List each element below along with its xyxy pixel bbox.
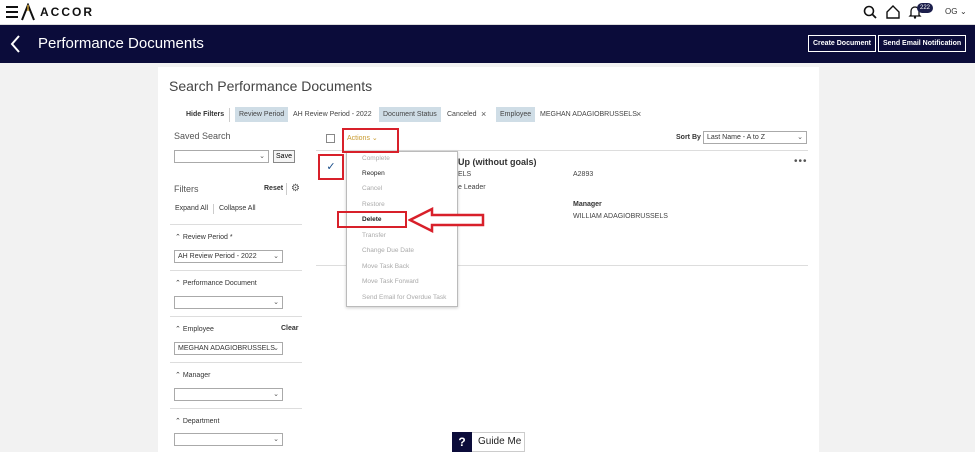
- create-document-button[interactable]: Create Document: [808, 35, 876, 52]
- clear-employee-link[interactable]: Clear: [281, 325, 299, 332]
- chevron-down-icon: ⌄: [797, 134, 803, 141]
- document-title[interactable]: Up (without goals): [458, 157, 537, 167]
- help-question-icon[interactable]: ?: [452, 432, 472, 452]
- chip-label-employee: Employee: [496, 107, 536, 122]
- saved-search-select[interactable]: ⌄: [174, 150, 269, 163]
- chevron-down-icon: ⌄: [273, 253, 279, 260]
- filter-group-label: Review Period *: [182, 234, 233, 241]
- reset-filters-link[interactable]: Reset: [264, 185, 283, 192]
- annotation-arrow-icon: [408, 207, 485, 233]
- chevron-down-icon: ⌄: [273, 391, 279, 398]
- menu-item-send-email-overdue[interactable]: Send Email for Overdue Task: [362, 294, 446, 301]
- accor-logo-icon: [21, 3, 35, 21]
- document-employee: ELS: [458, 171, 472, 178]
- menu-item-reopen[interactable]: Reopen: [362, 170, 385, 177]
- menu-item-change-due-date[interactable]: Change Due Date: [362, 247, 414, 254]
- user-initials[interactable]: OG: [945, 7, 957, 16]
- annotation-box-delete: [337, 211, 407, 228]
- save-search-button[interactable]: Save: [273, 150, 295, 163]
- search-icon[interactable]: [862, 4, 878, 20]
- employee-select[interactable]: MEGHAN ADAGIOBRUSSELS ⌄: [174, 342, 283, 355]
- annotation-box-actions: [342, 128, 399, 153]
- divider: [170, 408, 302, 409]
- top-bar: [0, 0, 975, 25]
- filter-group-review-period[interactable]: ⌃ Review Period *: [175, 233, 233, 241]
- review-period-select[interactable]: AH Review Period - 2022 ⌄: [174, 250, 283, 263]
- filter-group-label: Manager: [182, 372, 211, 379]
- divider: [170, 224, 302, 225]
- manager-value: WILLIAM ADAGIOBRUSSELS: [573, 213, 668, 220]
- filter-group-manager[interactable]: ⌃ Manager: [175, 371, 210, 379]
- menu-item-restore[interactable]: Restore: [362, 201, 385, 208]
- menu-item-move-task-back[interactable]: Move Task Back: [362, 263, 409, 270]
- home-icon[interactable]: [885, 4, 901, 20]
- gear-icon[interactable]: ⚙: [291, 183, 300, 194]
- department-select[interactable]: ⌄: [174, 433, 283, 446]
- document-id: A2893: [573, 171, 594, 178]
- sort-by-select[interactable]: Last Name - A to Z ⌄: [703, 131, 807, 144]
- performance-document-select[interactable]: ⌄: [174, 296, 283, 309]
- filter-group-label: Employee: [182, 326, 214, 333]
- select-value: MEGHAN ADAGIOBRUSSELS: [178, 345, 275, 352]
- chip-label-review-period: Review Period: [235, 107, 289, 122]
- notification-badge: 222: [917, 3, 934, 13]
- hamburger-menu-icon[interactable]: [6, 6, 18, 18]
- chip-value-employee: MEGHAN ADAGIOBRUSSELS: [540, 111, 637, 118]
- chevron-down-icon[interactable]: ⌄: [960, 7, 967, 16]
- expand-all-link[interactable]: Expand All: [175, 205, 208, 212]
- saved-search-title: Saved Search: [174, 131, 231, 141]
- chip-label-document-status: Document Status: [379, 107, 441, 122]
- divider: [170, 362, 302, 363]
- search-title: Search Performance Documents: [169, 78, 373, 94]
- hide-filters-link[interactable]: Hide Filters: [186, 111, 224, 118]
- select-value: AH Review Period - 2022: [178, 253, 257, 260]
- filters-title: Filters: [174, 184, 199, 194]
- menu-item-cancel[interactable]: Cancel: [362, 185, 382, 192]
- brand-name: ACCOR: [40, 5, 94, 19]
- chevron-down-icon: ⌄: [273, 345, 279, 352]
- divider: [229, 108, 230, 122]
- filter-group-label: Performance Document: [182, 280, 257, 287]
- chip-value-review-period: AH Review Period - 2022: [293, 111, 372, 118]
- guide-me-label[interactable]: Guide Me: [478, 436, 521, 447]
- filter-group-performance-document[interactable]: ⌃ Performance Document: [175, 279, 257, 287]
- divider: [213, 204, 214, 214]
- back-arrow-icon[interactable]: [8, 32, 24, 56]
- menu-item-complete[interactable]: Complete: [362, 155, 390, 162]
- divider: [170, 316, 302, 317]
- menu-item-transfer[interactable]: Transfer: [362, 232, 386, 239]
- more-options-icon[interactable]: •••: [794, 156, 808, 167]
- select-all-checkbox[interactable]: [326, 134, 335, 143]
- send-email-notification-button[interactable]: Send Email Notification: [878, 35, 967, 52]
- chip-remove-icon[interactable]: ×: [636, 107, 641, 122]
- manager-label: Manager: [573, 201, 602, 208]
- chevron-down-icon: ⌄: [259, 153, 265, 160]
- divider: [170, 270, 302, 271]
- page-title: Performance Documents: [38, 35, 204, 52]
- filter-group-employee[interactable]: ⌃ Employee: [175, 325, 214, 333]
- select-value: Last Name - A to Z: [707, 134, 765, 141]
- menu-item-move-task-forward[interactable]: Move Task Forward: [362, 278, 419, 285]
- sort-by-label: Sort By: [676, 134, 701, 141]
- chip-remove-icon[interactable]: ×: [481, 107, 486, 122]
- document-job-title: e Leader: [458, 184, 486, 191]
- divider: [286, 183, 287, 195]
- filter-group-label: Department: [182, 418, 220, 425]
- chip-value-document-status: Canceled: [447, 111, 477, 118]
- filter-group-department[interactable]: ⌃ Department: [175, 417, 219, 425]
- chevron-down-icon: ⌄: [273, 299, 279, 306]
- chevron-down-icon: ⌄: [273, 436, 279, 443]
- annotation-box-checkbox: [318, 154, 344, 180]
- manager-select[interactable]: ⌄: [174, 388, 283, 401]
- collapse-all-link[interactable]: Collapse All: [219, 205, 256, 212]
